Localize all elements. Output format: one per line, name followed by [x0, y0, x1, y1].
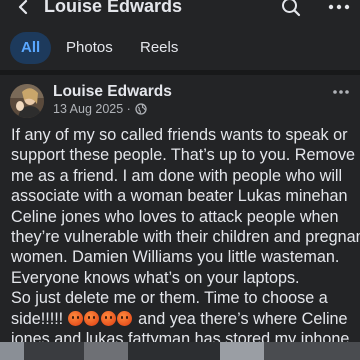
- post-more-button[interactable]: [330, 83, 352, 101]
- globe-icon: [135, 103, 147, 115]
- media-thumbnail[interactable]: [24, 342, 84, 360]
- post-media-preview[interactable]: [0, 342, 360, 360]
- avatar[interactable]: [10, 84, 44, 118]
- post-line: associate with a woman beater Lukas mine…: [11, 187, 348, 206]
- post-line: Everyone knows what’s on your laptops.: [11, 268, 300, 287]
- post-line: Celine jones who loves to attack people …: [11, 207, 339, 226]
- arrow-left-icon: [18, 0, 28, 15]
- angry-face-emoji-icon: [84, 310, 100, 326]
- post-line: women. Damien Williams you little wastem…: [11, 248, 340, 267]
- media-thumbnail[interactable]: [128, 342, 220, 360]
- angry-face-emoji-icon: [117, 310, 133, 326]
- post-card: Louise Edwards 13 Aug 2025 · If any of m…: [0, 75, 360, 360]
- post-line: me as a friend. I am done with people wh…: [11, 166, 343, 185]
- search-icon: [282, 0, 301, 17]
- more-dots-icon: [328, 4, 350, 10]
- page-title: Louise Edwards: [44, 0, 183, 16]
- emoji-group: [67, 310, 134, 328]
- tab-all[interactable]: All: [10, 32, 52, 64]
- post-date: 13 Aug 2025 ·: [53, 102, 131, 116]
- post-line: So just delete me or them. Time to choos…: [11, 289, 328, 308]
- media-thumbnail[interactable]: [264, 342, 360, 360]
- search-button[interactable]: [278, 0, 304, 20]
- post-line: support these people. That’s up to you. …: [11, 146, 356, 165]
- tab-photos[interactable]: Photos: [66, 32, 113, 64]
- post-author[interactable]: Louise Edwards: [53, 83, 172, 101]
- media-thumbnail[interactable]: [0, 342, 24, 360]
- post-line: they’re vulnerable with their children a…: [11, 228, 360, 247]
- angry-face-emoji-icon: [100, 310, 116, 326]
- more-options-button[interactable]: [326, 0, 352, 20]
- post-meta: 13 Aug 2025 ·: [53, 102, 147, 116]
- media-thumbnail[interactable]: [84, 342, 128, 360]
- back-button[interactable]: [10, 0, 36, 20]
- post-text: side!!!!!: [11, 309, 68, 328]
- media-thumbnail[interactable]: [220, 342, 264, 360]
- angry-face-emoji-icon: [67, 310, 83, 326]
- post-body: If any of my so called friends wants to …: [11, 125, 360, 349]
- post-text: and yea there’s where Celine: [133, 309, 348, 328]
- post-line: If any of my so called friends wants to …: [11, 126, 348, 144]
- tab-reels[interactable]: Reels: [140, 32, 178, 64]
- post-line-emoji: side!!!!! and yea there’s where Celine: [11, 309, 355, 329]
- filter-tabs: All Photos Reels: [0, 30, 360, 68]
- top-bar: Louise Edwards: [0, 0, 360, 22]
- more-dots-icon: [333, 90, 349, 94]
